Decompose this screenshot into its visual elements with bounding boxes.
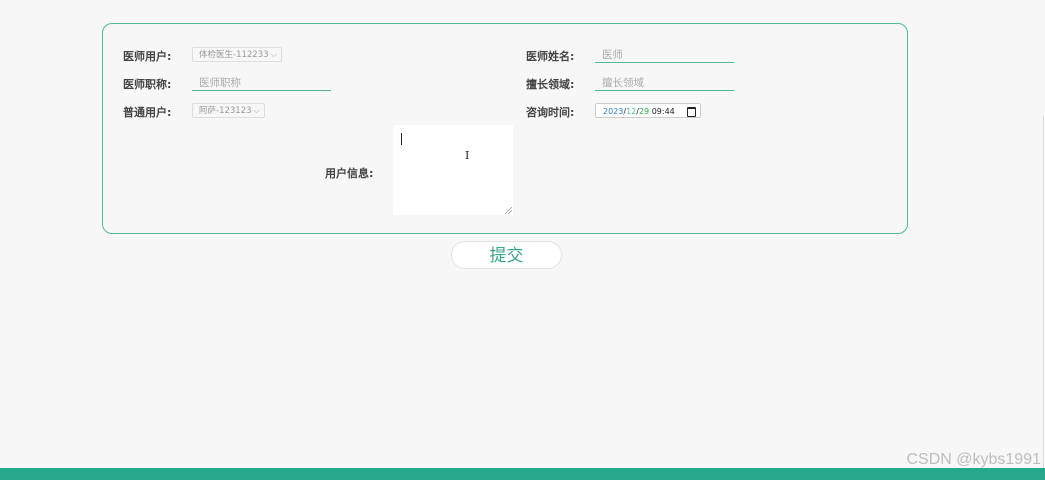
doctor-user-select[interactable]: 体检医生-112233 ⌵ (192, 47, 282, 62)
text-cursor-icon: I (465, 149, 470, 162)
normal-user-label: 普通用户: (123, 106, 172, 119)
consult-clock-time: 09:44 (651, 107, 675, 116)
watermark: CSDN @kybs1991 (906, 451, 1041, 468)
doctor-name-input[interactable]: 医师 (595, 47, 734, 63)
scrollbar-edge (1043, 116, 1044, 468)
consult-day: 29 (638, 107, 650, 116)
doctor-name-label: 医师姓名: (526, 50, 575, 63)
doctor-name-placeholder: 医师 (602, 49, 623, 61)
doctor-user-value: 体检医生-112233 (199, 50, 269, 60)
text-caret (401, 133, 402, 145)
normal-user-value: 阿萨-123123 (199, 106, 252, 116)
doctor-title-input[interactable]: 医师职称 (192, 75, 331, 91)
doctor-user-label: 医师用户: (123, 50, 172, 63)
specialty-input[interactable]: 擅长领域 (595, 75, 734, 91)
consult-time-picker[interactable]: 2023/12/29 09:44 (595, 103, 701, 118)
consult-year: 2023 (603, 107, 624, 116)
user-info-textarea[interactable]: I (393, 125, 513, 215)
chevron-down-icon: ⌵ (253, 106, 260, 115)
specialty-label: 擅长领域: (526, 78, 575, 91)
calendar-icon[interactable] (687, 107, 696, 117)
specialty-placeholder: 擅长领域 (602, 77, 644, 89)
footer-bar (0, 468, 1045, 480)
resize-handle-icon[interactable] (505, 207, 512, 214)
doctor-title-placeholder: 医师职称 (199, 77, 241, 89)
doctor-title-label: 医师职称: (123, 78, 172, 91)
chevron-down-icon: ⌵ (270, 50, 277, 59)
consult-time-label: 咨询时间: (526, 106, 575, 119)
consult-month: 12 (626, 107, 637, 116)
submit-button[interactable]: 提交 (451, 241, 562, 269)
normal-user-select[interactable]: 阿萨-123123 ⌵ (192, 103, 265, 118)
page: 医师用户: 体检医生-112233 ⌵ 医师职称: 医师职称 普通用户: 阿萨-1… (0, 0, 1045, 480)
user-info-label: 用户信息: (325, 167, 374, 180)
